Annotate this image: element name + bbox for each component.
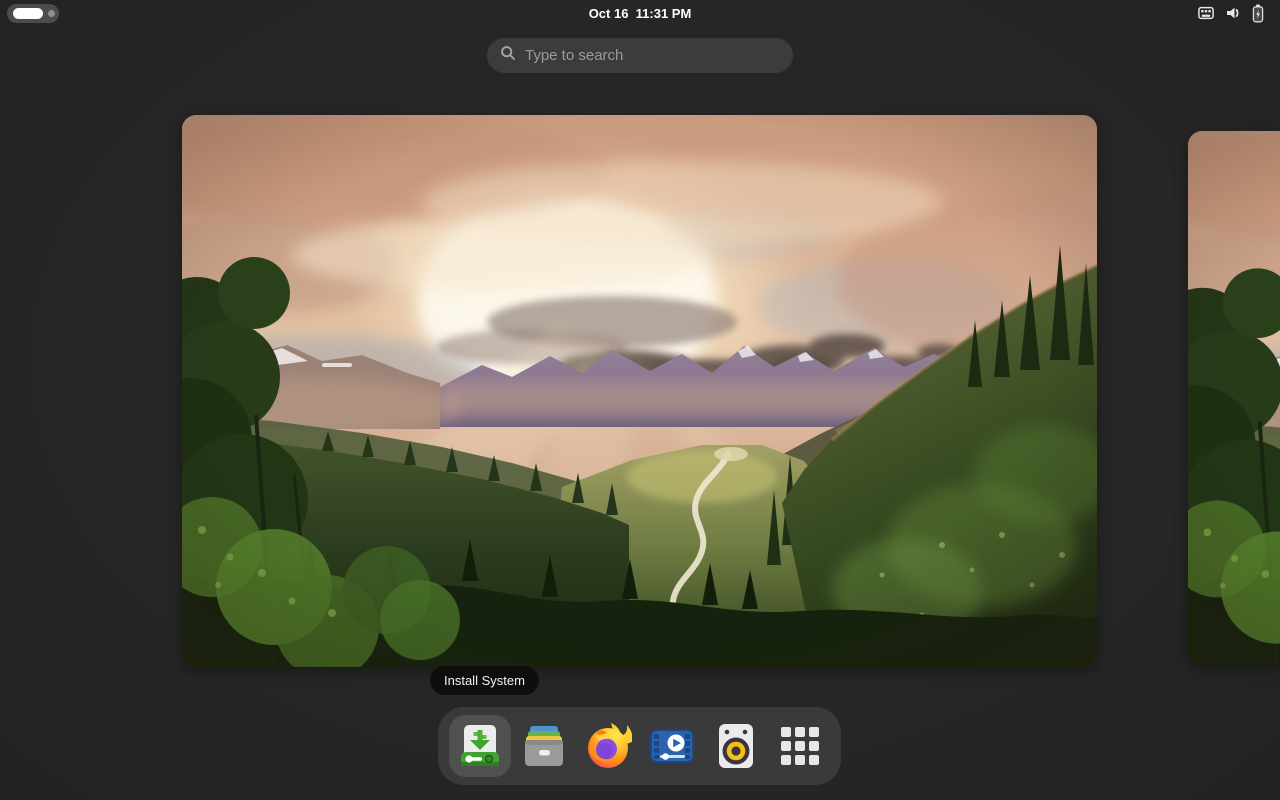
clock-button[interactable]: Oct 16 11:31 PM — [0, 0, 1280, 26]
dock-item-installer[interactable] — [448, 715, 511, 777]
firefox-icon — [584, 722, 632, 770]
workspace-thumbnail-2[interactable] — [1188, 131, 1280, 665]
wallpaper-mountain-valley-sunset — [182, 115, 1097, 667]
search-icon — [500, 45, 516, 66]
tooltip-label: Install System — [444, 673, 525, 688]
app-grid-icon — [778, 724, 822, 768]
dock-item-firefox[interactable] — [577, 715, 639, 777]
file-cabinet-icon — [520, 722, 568, 770]
dock-item-videos[interactable] — [641, 715, 703, 777]
speaker-icon — [712, 722, 760, 770]
dock — [438, 707, 841, 785]
volume-icon — [1225, 5, 1241, 21]
search-input[interactable] — [525, 47, 783, 64]
video-player-icon — [648, 722, 696, 770]
wallpaper-mountain-valley-sunset — [1188, 131, 1280, 665]
dock-item-app-grid[interactable] — [769, 715, 831, 777]
search-bar[interactable] — [487, 38, 793, 73]
keyboard-icon — [1198, 6, 1214, 20]
dock-item-files[interactable] — [513, 715, 575, 777]
system-status-area[interactable] — [1192, 0, 1270, 26]
dock-item-audio-player[interactable] — [705, 715, 767, 777]
dock-tooltip: Install System — [430, 666, 539, 695]
workspace-thumbnail-1[interactable] — [182, 115, 1097, 667]
battery-charging-icon — [1252, 4, 1264, 23]
top-bar: Oct 16 11:31 PM — [0, 0, 1280, 26]
installer-icon — [456, 722, 504, 770]
